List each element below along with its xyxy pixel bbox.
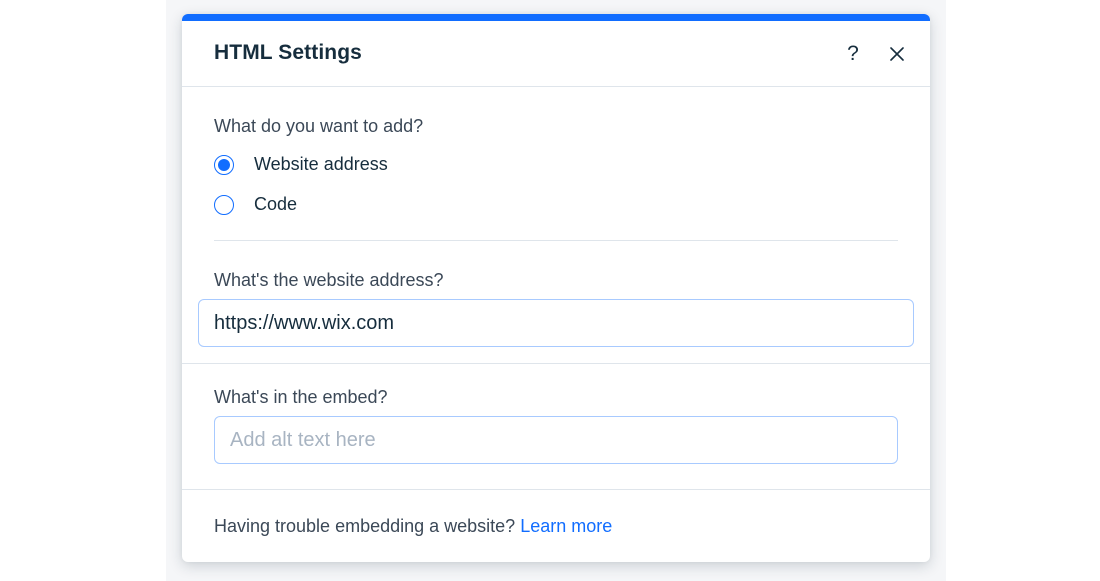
html-settings-dialog: HTML Settings ? What do you want to add?… xyxy=(182,14,930,562)
learn-more-link[interactable]: Learn more xyxy=(520,516,612,536)
alt-text-input[interactable] xyxy=(214,416,898,464)
radio-option-code[interactable]: Code xyxy=(214,194,297,215)
close-button[interactable] xyxy=(884,41,910,67)
website-address-label: What's the website address? xyxy=(214,270,444,290)
footer-help-text: Having trouble embedding a website? Lear… xyxy=(214,516,612,537)
dialog-accent-strip xyxy=(182,14,930,21)
radio-button-unselected[interactable] xyxy=(214,194,234,215)
question-mark-icon: ? xyxy=(847,42,859,65)
section-divider xyxy=(214,240,898,241)
website-address-input[interactable] xyxy=(198,299,914,347)
embed-label: What's in the embed? xyxy=(214,387,388,407)
radio-label-website-address: Website address xyxy=(254,154,388,174)
footer-divider xyxy=(182,489,930,490)
radio-button-selected[interactable] xyxy=(214,154,234,175)
dialog-header: HTML Settings ? xyxy=(182,21,930,87)
section-divider xyxy=(182,363,930,364)
help-button[interactable]: ? xyxy=(840,41,866,67)
radio-label-code: Code xyxy=(254,194,298,214)
radio-option-website-address[interactable]: Website address xyxy=(214,154,388,175)
footer-text: Having trouble embedding a website? xyxy=(214,516,516,536)
add-type-question: What do you want to add? xyxy=(214,116,424,136)
dialog-title: HTML Settings xyxy=(214,41,362,64)
radio-dot xyxy=(218,158,230,171)
close-x-icon xyxy=(890,47,904,61)
